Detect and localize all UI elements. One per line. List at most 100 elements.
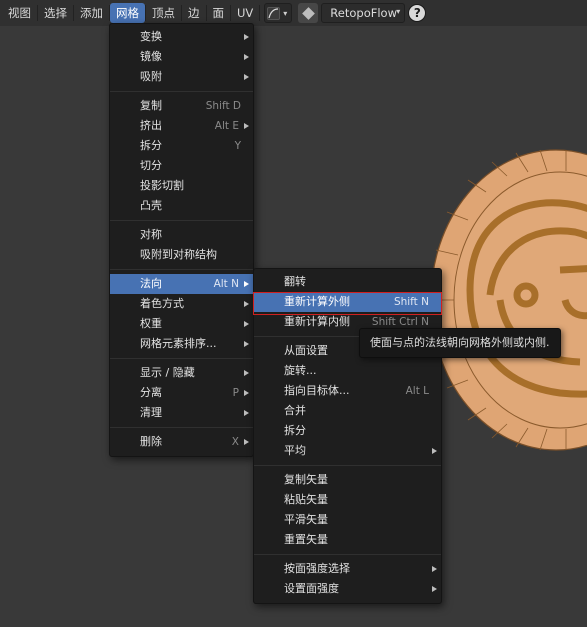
mesh-menu: 变换 镜像 吸附 复制 Shift D 挤出 Alt E 拆分 Y 切分 投影切割 凸… — [109, 23, 254, 457]
menu-item-label: 网格元素排序... — [140, 337, 217, 350]
menu-item-label: 粘贴矢量 — [284, 493, 328, 506]
menu-item-label: 合并 — [284, 404, 306, 417]
menu-item-label: 凸壳 — [140, 199, 162, 212]
menu-edge[interactable]: 边 — [182, 3, 206, 23]
menu-item-label: 拆分 — [284, 424, 306, 437]
menu-item-label: 复制矢量 — [284, 473, 328, 486]
menu-item-label: 吸附 — [140, 70, 162, 83]
menu-item-split[interactable]: 拆分 Y — [110, 136, 253, 156]
tooltip-text: 使面与点的法线朝向网格外侧或内侧. — [370, 336, 550, 349]
menu-item-label: 重新计算外侧 — [284, 295, 350, 308]
menu-item-label: 切分 — [140, 159, 162, 172]
menu-mesh[interactable]: 网格 — [110, 3, 145, 23]
menu-divider — [254, 554, 441, 555]
menu-item-average[interactable]: 平均 — [254, 441, 441, 461]
shortcut-label: Alt N — [213, 278, 239, 290]
menu-vertex[interactable]: 顶点 — [146, 3, 181, 23]
menu-item-label: 旋转... — [284, 364, 317, 377]
menu-item-label: 着色方式 — [140, 297, 184, 310]
menu-item-label: 删除 — [140, 435, 162, 448]
menu-item-clean-up[interactable]: 清理 — [110, 403, 253, 423]
menu-item-paste-vector[interactable]: 粘贴矢量 — [254, 490, 441, 510]
menu-uv[interactable]: UV — [231, 3, 259, 23]
shortcut-label: Alt E — [214, 120, 239, 132]
submenu-arrow-icon — [244, 301, 249, 307]
question-icon[interactable]: ? — [408, 4, 427, 22]
menu-item-flip[interactable]: 翻转 — [254, 272, 441, 292]
menu-item-merge[interactable]: 合并 — [254, 401, 441, 421]
menu-item-label: 平均 — [284, 444, 306, 457]
menu-item-convex-hull[interactable]: 凸壳 — [110, 196, 253, 216]
menu-item-normals[interactable]: 法向 Alt N — [110, 274, 253, 294]
menu-item-sort-elements[interactable]: 网格元素排序... — [110, 334, 253, 354]
curve-icon — [267, 6, 281, 20]
submenu-arrow-icon — [244, 123, 249, 129]
submenu-arrow-icon — [244, 281, 249, 287]
tooltip: 使面与点的法线朝向网格外侧或内侧. — [359, 328, 561, 358]
menu-item-show-hide[interactable]: 显示 / 隐藏 — [110, 363, 253, 383]
menu-item-label: 分离 — [140, 386, 162, 399]
curve-dropdown[interactable]: ▾ — [264, 3, 293, 23]
menu-item-point-to-target[interactable]: 指向目标体... Alt L — [254, 381, 441, 401]
menu-item-label: 重新计算内侧 — [284, 315, 350, 328]
menu-item-snap[interactable]: 吸附 — [110, 67, 253, 87]
shortcut-label: Y — [234, 140, 241, 152]
chevron-down-icon: ▾ — [396, 7, 401, 16]
menu-divider — [254, 465, 441, 466]
menu-divider — [110, 358, 253, 359]
menu-divider — [110, 427, 253, 428]
menu-item-duplicate[interactable]: 复制 Shift D — [110, 96, 253, 116]
diamond-icon[interactable] — [298, 3, 319, 23]
menu-item-label: 投影切割 — [140, 179, 184, 192]
menu-item-select-by-face-strength[interactable]: 按面强度选择 — [254, 559, 441, 579]
menu-item-recalculate-outside[interactable]: 重新计算外侧 Shift N — [254, 292, 441, 312]
menu-item-weights[interactable]: 权重 — [110, 314, 253, 334]
shortcut-label: X — [231, 436, 239, 448]
menu-item-label: 按面强度选择 — [284, 562, 350, 575]
submenu-arrow-icon — [244, 54, 249, 60]
menu-divider — [110, 269, 253, 270]
menu-item-extrude[interactable]: 挤出 Alt E — [110, 116, 253, 136]
menu-item-split-normals[interactable]: 拆分 — [254, 421, 441, 441]
menu-divider — [110, 220, 253, 221]
menu-item-set-face-strength[interactable]: 设置面强度 — [254, 579, 441, 599]
submenu-arrow-icon — [432, 448, 437, 454]
menu-item-smooth-vectors[interactable]: 平滑矢量 — [254, 510, 441, 530]
menu-view[interactable]: 视图 — [2, 3, 37, 23]
menu-item-knife-project[interactable]: 投影切割 — [110, 176, 253, 196]
menu-item-shading[interactable]: 着色方式 — [110, 294, 253, 314]
menu-item-symmetrize[interactable]: 对称 — [110, 225, 253, 245]
menu-item-label: 从面设置 — [284, 344, 328, 357]
menu-item-reset-vectors[interactable]: 重置矢量 — [254, 530, 441, 550]
menu-item-bisect[interactable]: 切分 — [110, 156, 253, 176]
submenu-arrow-icon — [244, 34, 249, 40]
menu-item-label: 挤出 — [140, 119, 162, 132]
submenu-arrow-icon — [244, 370, 249, 376]
menu-item-label: 指向目标体... — [284, 384, 350, 397]
chevron-down-icon: ▾ — [283, 8, 288, 18]
menu-select[interactable]: 选择 — [38, 3, 73, 23]
menu-item-label: 复制 — [140, 99, 162, 112]
submenu-arrow-icon — [244, 390, 249, 396]
submenu-arrow-icon — [432, 566, 437, 572]
menu-item-rotate[interactable]: 旋转... — [254, 361, 441, 381]
divider — [259, 5, 261, 21]
menu-item-delete[interactable]: 删除 X — [110, 432, 253, 452]
menu-item-label: 显示 / 隐藏 — [140, 366, 195, 379]
submenu-arrow-icon — [244, 321, 249, 327]
submenu-arrow-icon — [244, 74, 249, 80]
submenu-arrow-icon — [244, 341, 249, 347]
shortcut-label: Shift N — [393, 296, 429, 308]
menu-item-copy-vector[interactable]: 复制矢量 — [254, 470, 441, 490]
menu-item-mirror[interactable]: 镜像 — [110, 47, 253, 67]
header-bar: 视图 选择 添加 网格 顶点 边 面 UV ▾ RetopoFlow ▾ ? — [0, 0, 587, 26]
menu-item-label: 平滑矢量 — [284, 513, 328, 526]
submenu-arrow-icon — [244, 439, 249, 445]
menu-item-snap-to-symmetry[interactable]: 吸附到对称结构 — [110, 245, 253, 265]
menu-item-label: 权重 — [140, 317, 162, 330]
menu-item-transform[interactable]: 变换 — [110, 27, 253, 47]
menu-item-separate[interactable]: 分离 P — [110, 383, 253, 403]
menu-face[interactable]: 面 — [207, 3, 231, 23]
retopoflow-dropdown[interactable]: RetopoFlow ▾ — [321, 3, 406, 23]
menu-add[interactable]: 添加 — [74, 3, 109, 23]
